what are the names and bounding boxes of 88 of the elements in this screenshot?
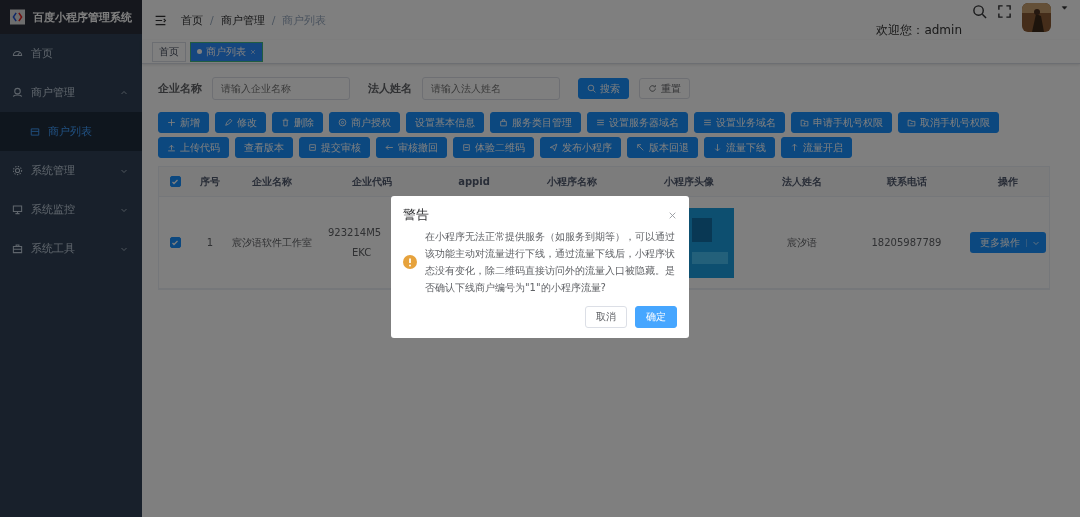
row-checkbox[interactable] (169, 237, 181, 248)
close-icon (250, 48, 256, 55)
welcome-text: 欢迎您：admin (876, 22, 962, 39)
toolbar-button[interactable]: 体验二维码 (453, 137, 534, 158)
toolbar-button[interactable]: 删除 (272, 112, 323, 133)
toolbar-button[interactable]: 设置基本信息 (406, 112, 484, 133)
toolbar-button[interactable]: 新增 (158, 112, 209, 133)
toolbar-button[interactable]: 提交审核 (299, 137, 370, 158)
column-header: 小程序名称 (546, 174, 597, 189)
toolbar-button[interactable]: 流量开启 (781, 137, 852, 158)
refresh-icon (648, 84, 657, 93)
bag-icon (499, 118, 508, 127)
send-icon (549, 143, 558, 152)
close-icon (668, 210, 677, 220)
monitor-icon (12, 204, 23, 215)
eye-icon (338, 118, 347, 127)
toolbar-button[interactable]: 设置服务器域名 (587, 112, 688, 133)
column-header: 企业代码 (351, 174, 392, 189)
search-button[interactable]: 搜索 (578, 78, 629, 99)
menu-icon (154, 13, 167, 27)
breadcrumb-item[interactable]: 商户管理 (220, 12, 265, 28)
arrow-down-icon (713, 143, 722, 152)
submenu-item[interactable]: 商户列表 (0, 112, 142, 151)
toolbar-button[interactable]: 版本回退 (627, 137, 698, 158)
folder-plus-icon (800, 118, 809, 127)
tag-tab[interactable]: 商户列表 (190, 41, 263, 62)
search-field[interactable]: 请输入企业名称 (212, 77, 350, 100)
toolbox-icon (12, 243, 23, 254)
table-cell: 宸汐语 (786, 235, 817, 250)
arrow-left-icon (385, 143, 394, 152)
toolbar-button[interactable]: 流量下线 (704, 137, 775, 158)
plus-icon (167, 118, 176, 127)
table-cell: 18205987789 (871, 237, 942, 248)
column-header: 联系电话 (886, 174, 927, 189)
toolbar-button[interactable]: 审核撤回 (376, 137, 447, 158)
table-cell-text: 923214M5 (328, 225, 382, 240)
more-actions-button[interactable]: 更多操作 (969, 232, 1046, 253)
select-all-checkbox[interactable] (169, 176, 181, 187)
toolbar-button[interactable]: 修改 (215, 112, 266, 133)
dashboard-icon (12, 48, 23, 59)
toolbar-button[interactable]: 服务类目管理 (490, 112, 581, 133)
reset-button[interactable]: 重置 (639, 78, 690, 99)
toolbar-button[interactable]: 设置业务域名 (694, 112, 785, 133)
field-label: 法人姓名 (368, 81, 412, 96)
column-header: appid (458, 176, 490, 187)
trash-icon (281, 118, 290, 127)
breadcrumb-separator: / (271, 13, 276, 27)
table-icon (30, 126, 40, 137)
table-cell: 宸汐语软件工作室 (231, 235, 312, 250)
dialog-message: 在小程序无法正常提供服务（如服务到期等），可以通过该功能主动对流量进行下线，通过流量下线后，小程序状态没有变化，除二维码直接访问外的流量入口被隐藏。是否确认下线商户编号为"1"的小程序流量? (425, 230, 676, 295)
search-icon (587, 84, 596, 93)
tag-tab[interactable]: 首页 (152, 41, 186, 62)
column-header: 操作 (997, 174, 1018, 189)
app-title: 百度小程序管理系统 (33, 9, 132, 25)
toolbar-button[interactable]: 申请手机号权限 (791, 112, 892, 133)
table-cell: 1 (206, 237, 214, 248)
table-cell-text: EKC (352, 245, 372, 260)
fullscreen-icon (997, 4, 1012, 19)
folder-minus-icon (907, 118, 916, 127)
pencil-icon (224, 118, 233, 127)
upload-icon (167, 143, 176, 152)
toolbar-button[interactable]: 商户授权 (329, 112, 400, 133)
toolbar-button[interactable]: 取消手机号权限 (898, 112, 999, 133)
dot-icon (197, 49, 202, 54)
caret-down-icon (1061, 4, 1068, 11)
column-header: 法人姓名 (781, 174, 822, 189)
dialog-title: 警告 (403, 206, 429, 224)
breadcrumb-separator: / (210, 13, 214, 27)
list-icon (596, 118, 605, 127)
arrow-up-left-icon (636, 143, 645, 152)
toolbar-button[interactable]: 发布小程序 (540, 137, 621, 158)
gear-icon (12, 165, 23, 176)
search-icon (972, 4, 987, 19)
toolbar-button[interactable]: 上传代码 (158, 137, 229, 158)
list-icon (703, 118, 712, 127)
cancel-button[interactable]: 取消 (585, 306, 627, 328)
column-header: 企业名称 (251, 174, 292, 189)
column-header: 小程序头像 (664, 174, 714, 189)
menu-item[interactable]: 首页 (0, 34, 142, 73)
confirm-button[interactable]: 确定 (635, 306, 677, 328)
user-icon (12, 87, 23, 98)
warning-icon (403, 255, 417, 269)
field-label: 企业名称 (158, 81, 202, 96)
arrow-up-icon (790, 143, 799, 152)
breadcrumb-item[interactable]: 首页 (181, 12, 203, 28)
column-header: 序号 (200, 174, 220, 189)
chevron-icon (120, 88, 128, 97)
toolbar-button[interactable]: 查看版本 (235, 137, 293, 158)
